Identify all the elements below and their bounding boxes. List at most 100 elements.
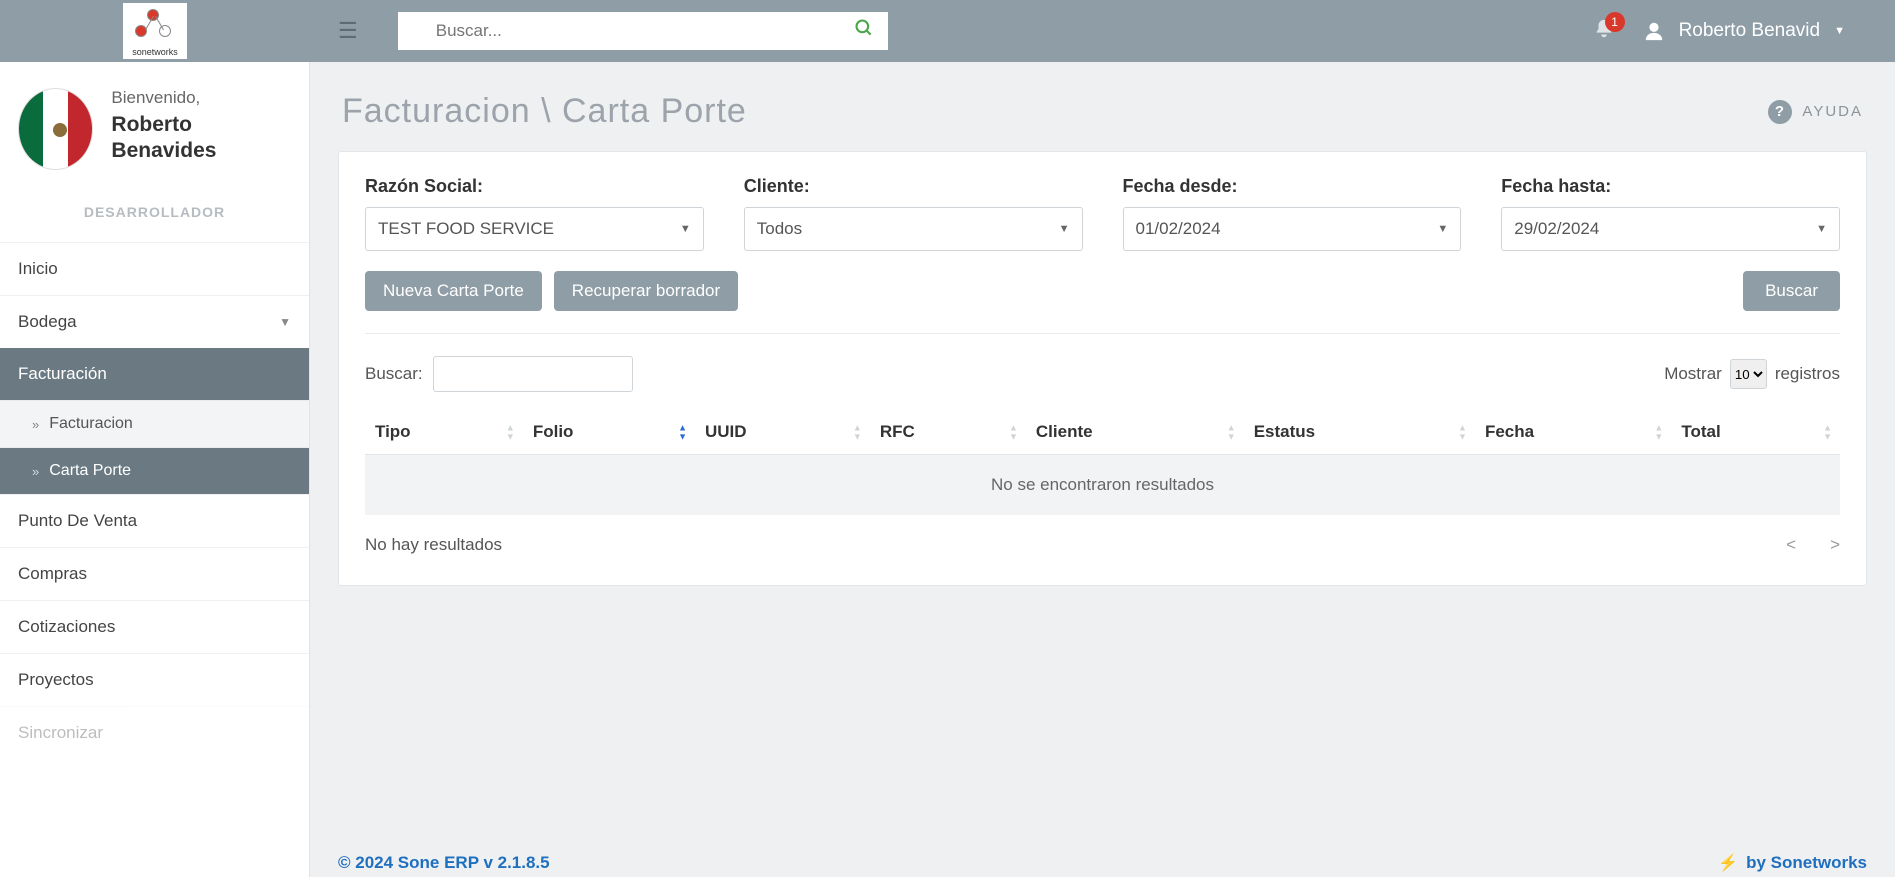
th-label: Fecha [1485, 422, 1534, 441]
table-search-input[interactable] [433, 356, 633, 392]
sort-icon: ▲▼ [1823, 424, 1832, 441]
table-info: No hay resultados [365, 535, 502, 555]
nav-proyectos[interactable]: Proyectos [0, 653, 309, 706]
nav-label: Punto De Venta [18, 511, 137, 531]
nav-label: Compras [18, 564, 87, 584]
nueva-carta-porte-button[interactable]: Nueva Carta Porte [365, 271, 542, 311]
th-label: Cliente [1036, 422, 1093, 441]
table-search-label: Buscar: [365, 364, 423, 384]
fecha-hasta-input[interactable]: 29/02/2024 ▼ [1501, 207, 1840, 251]
cliente-select[interactable]: Todos ▼ [744, 207, 1083, 251]
global-search[interactable] [398, 12, 888, 50]
help-link[interactable]: ? AYUDA [1768, 100, 1863, 124]
subnav-carta-porte-item[interactable]: » Carta Porte [0, 447, 309, 494]
pager: < > [1786, 535, 1840, 555]
filter-label: Cliente: [744, 176, 1083, 197]
welcome-text: Bienvenido, [111, 88, 287, 108]
filter-cliente: Cliente: Todos ▼ [744, 176, 1083, 251]
chevron-down-icon: ▼ [1059, 223, 1070, 235]
search-icon[interactable] [854, 18, 874, 44]
filter-fecha-desde: Fecha desde: 01/02/2024 ▼ [1123, 176, 1462, 251]
logo[interactable]: sonetworks [123, 3, 187, 59]
nav-punto-de-venta[interactable]: Punto De Venta [0, 494, 309, 547]
notifications-badge: 1 [1605, 12, 1625, 32]
footer-version[interactable]: © 2024 Sone ERP v 2.1.8.5 [338, 853, 550, 873]
th-uuid[interactable]: UUID ▲▼ [695, 410, 870, 455]
action-row: Nueva Carta Porte Recuperar borrador Bus… [365, 271, 1840, 334]
page-size-select[interactable]: 10 [1730, 359, 1767, 389]
nav-lower: Punto De Venta Compras Cotizaciones Proy… [0, 494, 309, 759]
date-value: 29/02/2024 [1514, 219, 1599, 239]
avatar [18, 88, 93, 170]
th-tipo[interactable]: Tipo ▲▼ [365, 410, 523, 455]
sort-icon: ▲▼ [506, 424, 515, 441]
date-value: 01/02/2024 [1136, 219, 1221, 239]
show-prefix: Mostrar [1664, 364, 1722, 384]
th-cliente[interactable]: Cliente ▲▼ [1026, 410, 1244, 455]
table-footer: No hay resultados < > [365, 515, 1840, 555]
footer-credit-text: by Sonetworks [1746, 853, 1867, 873]
filter-label: Razón Social: [365, 176, 704, 197]
subnav-label: Facturacion [49, 415, 133, 433]
sort-icon: ▲▼ [1009, 424, 1018, 441]
logo-container: sonetworks [0, 0, 310, 62]
nav-label: Inicio [18, 259, 58, 279]
filter-razon-social: Razón Social: TEST FOOD SERVICE ▼ [365, 176, 704, 251]
sort-icon: ▲▼ [1227, 424, 1236, 441]
fecha-desde-input[interactable]: 01/02/2024 ▼ [1123, 207, 1462, 251]
buscar-button[interactable]: Buscar [1743, 271, 1840, 311]
sort-icon: ▲▼ [853, 424, 862, 441]
nav-label: Cotizaciones [18, 617, 115, 637]
chevron-down-icon: ▼ [1816, 223, 1827, 235]
footer-credit[interactable]: ⚡ by Sonetworks [1718, 853, 1867, 873]
page-title: Facturacion \ Carta Porte [342, 92, 747, 131]
subnav-facturacion-item[interactable]: » Facturacion [0, 400, 309, 447]
topbar-right: 1 Roberto Benavid ▼ [1593, 18, 1875, 45]
recuperar-borrador-button[interactable]: Recuperar borrador [554, 271, 738, 311]
filter-fecha-hasta: Fecha hasta: 29/02/2024 ▼ [1501, 176, 1840, 251]
pager-prev[interactable]: < [1786, 535, 1796, 555]
profile-username: Roberto Benavides [111, 112, 287, 165]
sidebar: Bienvenido, Roberto Benavides DESARROLLA… [0, 62, 310, 877]
nav: Inicio Bodega ▼ Facturación [0, 242, 309, 400]
nav-label: Facturación [18, 364, 107, 384]
user-role: DESARROLLADOR [0, 188, 309, 242]
table-controls: Buscar: Mostrar 10 registros [365, 356, 1840, 392]
pager-next[interactable]: > [1830, 535, 1840, 555]
razon-social-select[interactable]: TEST FOOD SERVICE ▼ [365, 207, 704, 251]
nav-bodega[interactable]: Bodega ▼ [0, 295, 309, 348]
filter-card: Razón Social: TEST FOOD SERVICE ▼ Client… [338, 151, 1867, 586]
search-input[interactable] [412, 21, 854, 41]
th-label: Estatus [1254, 422, 1315, 441]
main-content: Facturacion \ Carta Porte ? AYUDA Razón … [310, 62, 1895, 877]
nav-compras[interactable]: Compras [0, 547, 309, 600]
sort-icon: ▲▼ [1458, 424, 1467, 441]
menu-toggle-icon[interactable]: ☰ [310, 18, 398, 44]
page-footer: © 2024 Sone ERP v 2.1.8.5 ⚡ by Sonetwork… [338, 853, 1867, 873]
th-rfc[interactable]: RFC ▲▼ [870, 410, 1026, 455]
profile-block: Bienvenido, Roberto Benavides [0, 62, 309, 188]
sort-icon: ▲▼ [678, 424, 687, 441]
show-suffix: registros [1775, 364, 1840, 384]
nav-sincronizar[interactable]: Sincronizar [0, 706, 309, 759]
th-total[interactable]: Total ▲▼ [1671, 410, 1840, 455]
user-icon [1643, 20, 1665, 42]
th-label: RFC [880, 422, 915, 441]
th-label: Tipo [375, 422, 411, 441]
chevron-down-icon: ▼ [279, 315, 291, 329]
th-folio[interactable]: Folio▲▼ [523, 410, 695, 455]
filters-row: Razón Social: TEST FOOD SERVICE ▼ Client… [365, 176, 1840, 251]
user-display-name: Roberto Benavid [1679, 20, 1821, 42]
th-label: UUID [705, 422, 747, 441]
topbar: sonetworks ☰ 1 Roberto Benavid ▼ [0, 0, 1895, 62]
nav-cotizaciones[interactable]: Cotizaciones [0, 600, 309, 653]
th-label: Total [1681, 422, 1720, 441]
th-fecha[interactable]: Fecha▲▼ [1475, 410, 1671, 455]
notifications-button[interactable]: 1 [1593, 18, 1615, 45]
nav-facturacion[interactable]: Facturación [0, 348, 309, 400]
help-label: AYUDA [1802, 103, 1863, 120]
empty-row: No se encontraron resultados [365, 455, 1840, 516]
nav-inicio[interactable]: Inicio [0, 242, 309, 295]
user-menu[interactable]: Roberto Benavid ▼ [1643, 20, 1875, 42]
th-estatus[interactable]: Estatus ▲▼ [1244, 410, 1475, 455]
